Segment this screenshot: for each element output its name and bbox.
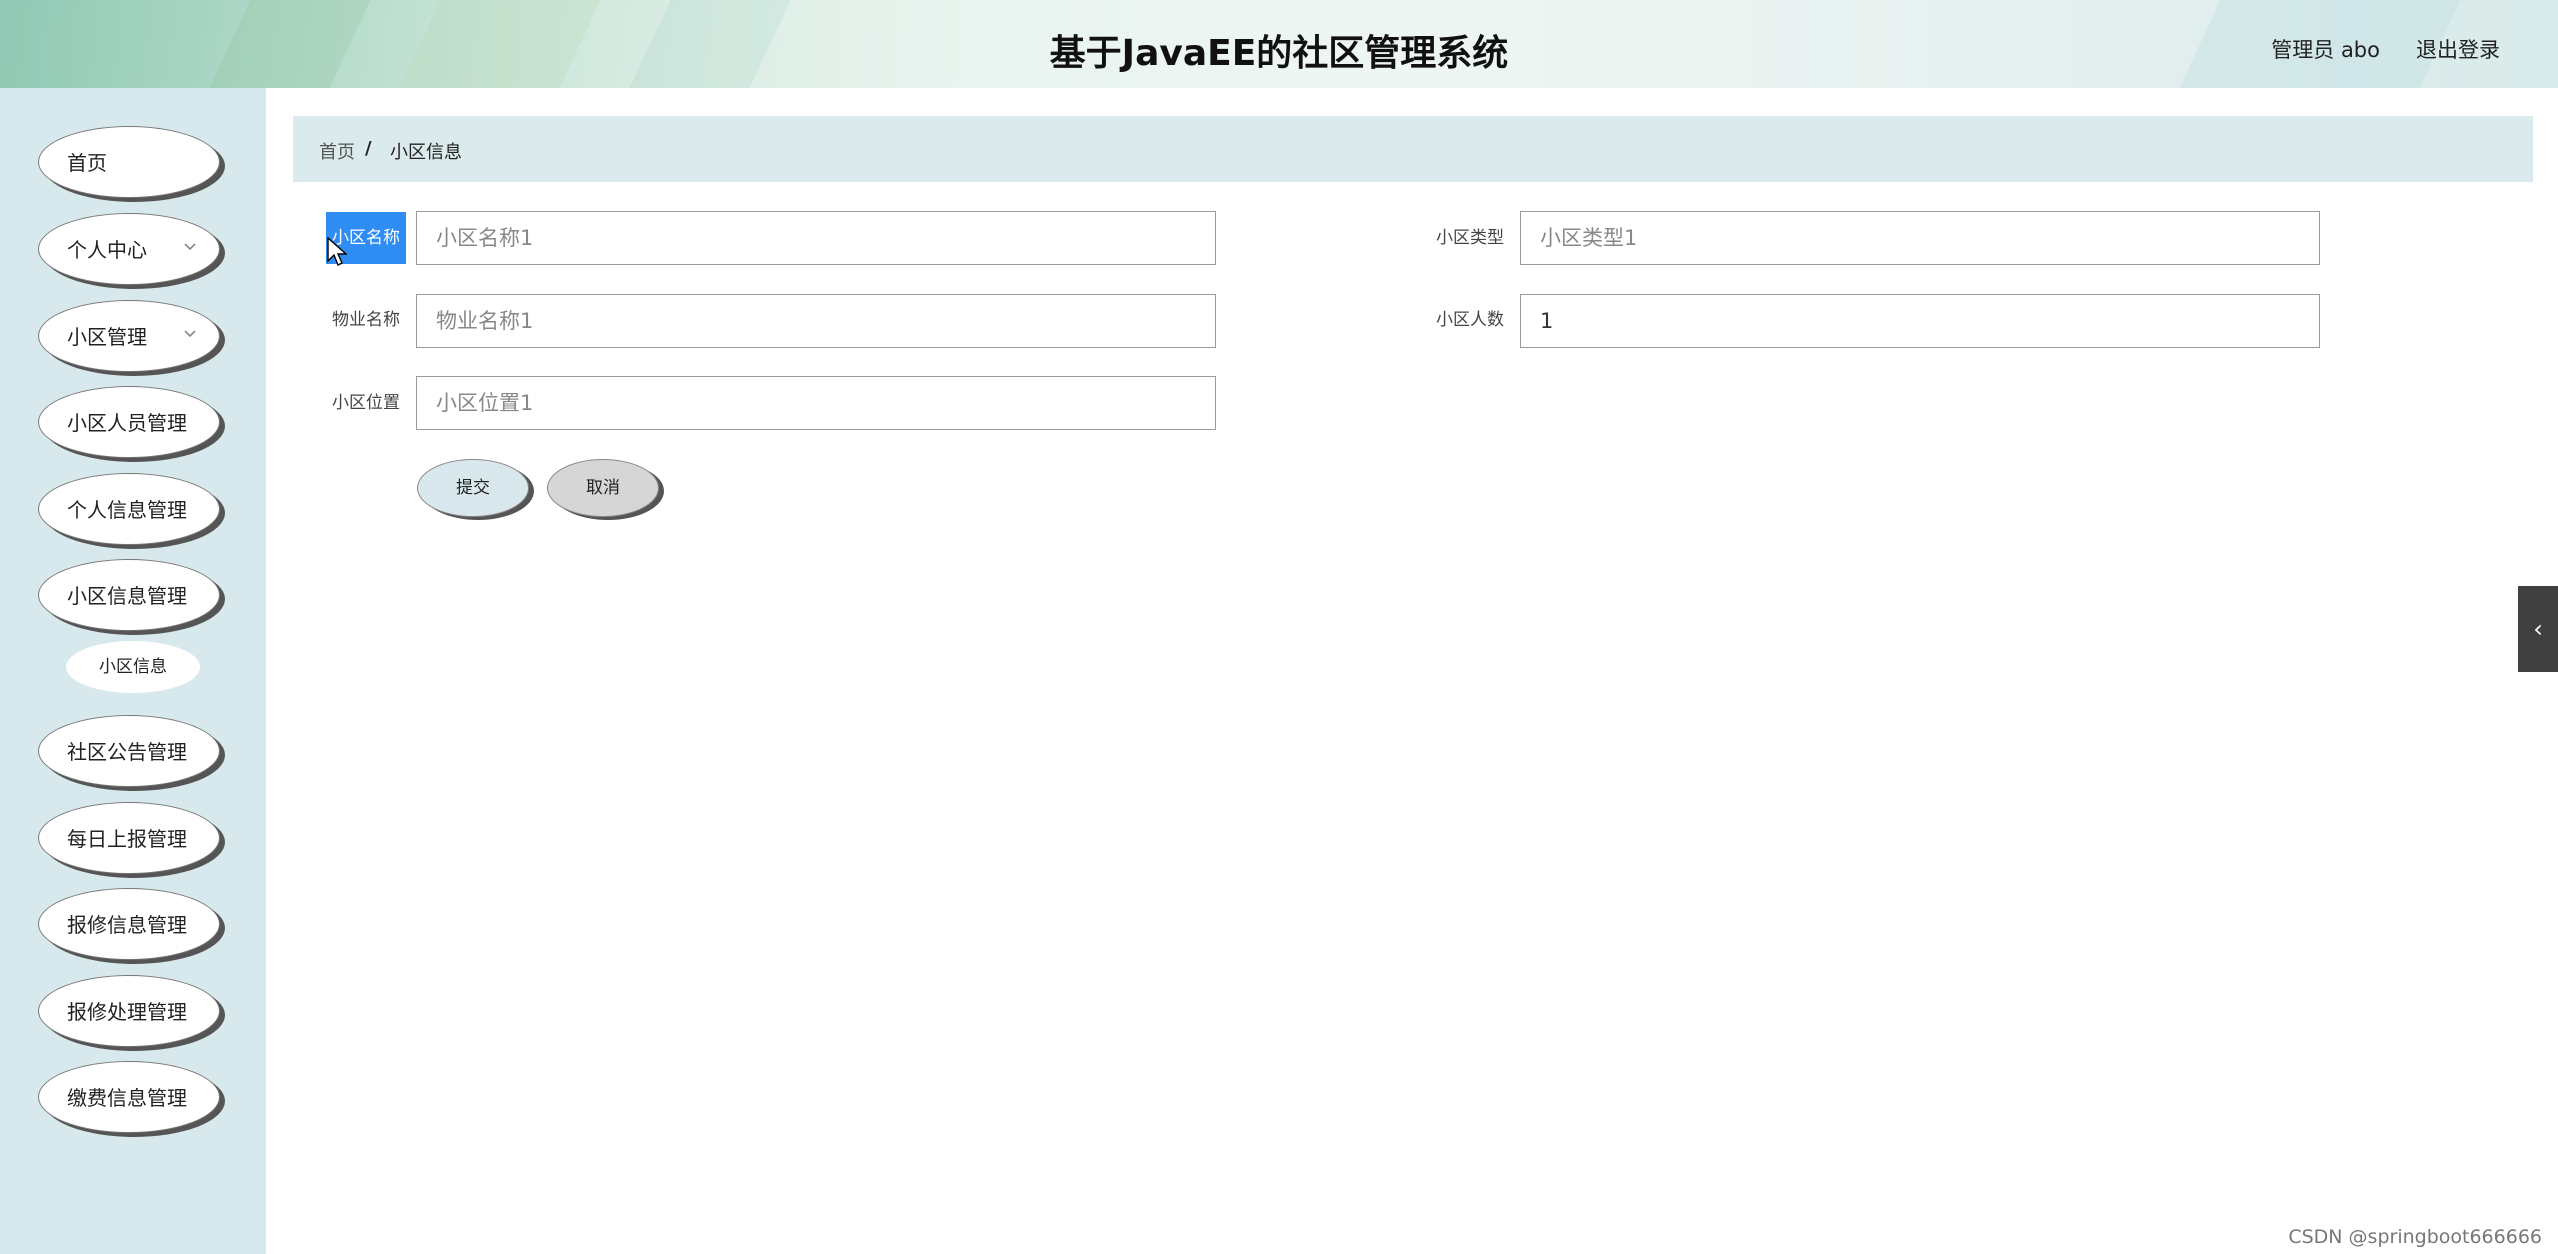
sidebar-subitem-community-info[interactable]: 小区信息 [66, 641, 200, 693]
property-name-input[interactable] [416, 294, 1216, 348]
submit-button[interactable]: 提交 [417, 459, 529, 517]
sidebar-item-daily-report-management[interactable]: 每日上报管理 [38, 802, 220, 874]
sidebar-subitem-label: 小区信息 [99, 657, 167, 677]
sidebar-item-home[interactable]: 首页 [38, 126, 220, 198]
population-input[interactable] [1520, 294, 2320, 348]
breadcrumb-separator: / [365, 138, 372, 159]
community-type-input[interactable] [1520, 211, 2320, 265]
logout-link[interactable]: 退出登录 [2416, 34, 2500, 64]
top-header: 基于JavaEE的社区管理系统 管理员 abo 退出登录 [0, 0, 2558, 88]
sidebar-item-label: 首页 [67, 151, 107, 175]
population-label: 小区人数 [1436, 310, 1504, 330]
breadcrumb: 首页 / 小区信息 [293, 116, 2533, 182]
sidebar-item-repair-handling-management[interactable]: 报修处理管理 [38, 975, 220, 1047]
mouse-cursor-icon [327, 237, 347, 266]
sidebar-item-repair-info-management[interactable]: 报修信息管理 [38, 888, 220, 960]
sidebar-item-label: 报修处理管理 [67, 1000, 187, 1024]
chevron-left-icon[interactable]: ‹ [2518, 586, 2558, 672]
sidebar-item-community-management[interactable]: 小区管理 [38, 300, 220, 372]
current-user: 管理员 abo [2271, 38, 2380, 62]
sidebar-item-label: 报修信息管理 [67, 913, 187, 937]
community-name-input[interactable] [416, 211, 1216, 265]
sidebar-item-announcement-management[interactable]: 社区公告管理 [38, 715, 220, 787]
sidebar-item-label: 小区信息管理 [67, 584, 187, 608]
location-label: 小区位置 [332, 393, 400, 413]
sidebar-item-personal-center[interactable]: 个人中心 [38, 213, 220, 285]
sidebar-item-personal-info-management[interactable]: 个人信息管理 [38, 473, 220, 545]
location-input[interactable] [416, 376, 1216, 430]
sidebar-item-community-info-management[interactable]: 小区信息管理 [38, 559, 220, 631]
sidebar-item-label: 缴费信息管理 [67, 1086, 187, 1110]
chevron-down-icon [183, 238, 197, 257]
community-type-label: 小区类型 [1436, 228, 1504, 248]
breadcrumb-current: 小区信息 [390, 142, 462, 163]
cancel-button[interactable]: 取消 [547, 459, 659, 517]
sidebar-item-label: 每日上报管理 [67, 827, 187, 851]
chevron-down-icon [183, 325, 197, 344]
sidebar: 首页 个人中心 小区管理 小区人员管理 个人信息管理 小区信息管理 小区信息 社… [0, 88, 266, 1254]
sidebar-item-payment-info-management[interactable]: 缴费信息管理 [38, 1061, 220, 1133]
watermark: CSDN @springboot666666 [2288, 1226, 2542, 1248]
sidebar-item-label: 社区公告管理 [67, 740, 187, 764]
property-name-label: 物业名称 [332, 310, 400, 330]
sidebar-item-resident-management[interactable]: 小区人员管理 [38, 386, 220, 458]
sidebar-item-label: 小区人员管理 [67, 411, 187, 435]
sidebar-item-label: 个人信息管理 [67, 498, 187, 522]
app-title: 基于JavaEE的社区管理系统 [1049, 33, 1509, 74]
sidebar-item-label: 小区管理 [67, 325, 147, 349]
breadcrumb-home-link[interactable]: 首页 [319, 138, 355, 164]
sidebar-item-label: 个人中心 [67, 238, 147, 262]
